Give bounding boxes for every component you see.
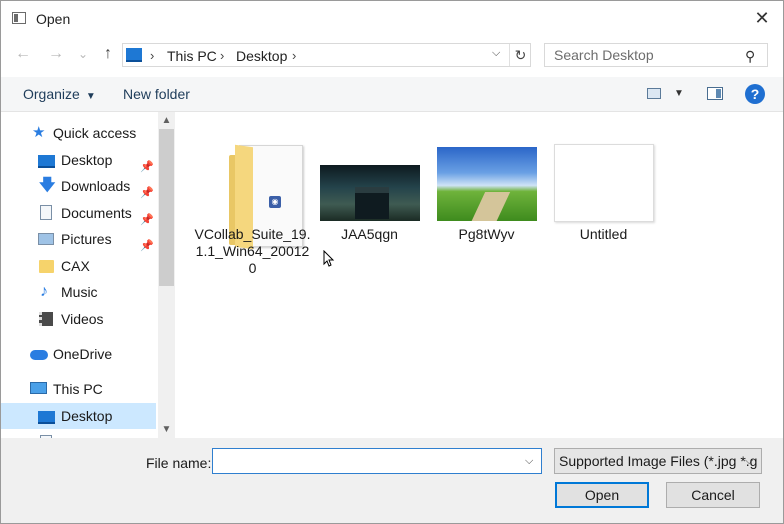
scroll-up-icon[interactable]: ▲ [158,112,175,129]
sidebar-item-label: Desktop [61,152,113,168]
breadcrumb-desktop[interactable]: Desktop [236,48,287,64]
sidebar-item-pictures[interactable]: Pictures 📌 [1,226,156,252]
sidebar-item-music[interactable]: ♪ Music [1,279,156,305]
cancel-button[interactable]: Cancel [666,482,760,508]
sidebar-item-quick-access[interactable]: ★ Quick access [1,120,156,146]
sidebar-item-partial[interactable] [1,430,156,438]
refresh-icon[interactable]: ↻ [509,44,531,66]
window-title: Open [36,11,71,27]
organize-label: Organize [23,86,80,102]
sidebar-item-label: Quick access [53,125,137,141]
open-button[interactable]: Open [555,482,649,508]
sidebar-item-label: Downloads [61,178,131,194]
chevron-down-icon[interactable]: ⌵ [492,47,500,60]
close-button[interactable]: ✕ [749,6,775,30]
folder-icon [39,260,54,273]
preview-pane-icon[interactable] [707,87,723,100]
image-thumbnail [554,144,654,222]
help-icon[interactable]: ? [745,84,765,104]
videos-icon [39,312,53,326]
navigation-pane: ★ Quick access Desktop 📌 🡇 Downloads 📌 D… [1,112,176,438]
sidebar-item-downloads[interactable]: 🡇 Downloads 📌 [1,173,156,200]
command-toolbar: Organize ▼ New folder ▼ [1,77,783,112]
desktop-icon [38,411,55,424]
window-icon [12,12,26,24]
sidebar-item-desktop[interactable]: Desktop 📌 [1,147,156,173]
sidebar-item-label: This PC [53,381,103,397]
sidebar-item-onedrive[interactable]: OneDrive [1,341,156,367]
file-name: JAA5qgn [341,226,398,242]
breadcrumb-separator[interactable]: › [150,48,154,63]
this-pc-icon [126,48,142,62]
sidebar-item-label: Pictures [61,231,112,247]
documents-icon [40,205,52,220]
image-thumbnail [320,165,420,221]
cloud-icon [30,350,48,360]
pc-icon [30,382,47,394]
mouse-cursor-icon [323,250,335,267]
new-folder-button[interactable]: New folder [123,86,190,102]
change-view-icon[interactable] [647,88,661,99]
sidebar-scrollbar[interactable]: ▲ ▼ [158,112,175,438]
sidebar-item-this-pc[interactable]: This PC [1,376,156,402]
forward-button[interactable]: → [46,45,66,63]
sidebar-item-videos[interactable]: Videos [1,306,156,332]
desktop-icon [38,155,55,168]
organize-menu[interactable]: Organize ▼ [23,86,96,102]
dialog-footer: File name: ⌵ Supported Image Files (*.jp… [1,438,783,523]
sidebar-item-desktop-this-pc[interactable]: Desktop [1,403,156,429]
file-name-input[interactable] [212,448,542,474]
sidebar-item-label: Videos [61,311,104,327]
address-bar[interactable]: › This PC › Desktop › ⌵ ↻ [122,43,531,67]
sidebar-item-label: Desktop [61,408,113,424]
file-name: VCollab_Suite_19.1.1_Win64_200120 [194,226,311,276]
star-icon: ★ [32,124,46,141]
sidebar-item-label: Music [61,284,98,300]
sidebar-item-cax[interactable]: CAX [1,253,156,279]
file-name: Untitled [579,226,628,242]
open-file-dialog: Open ✕ ← → ⌄ ↑ › This PC › Desktop › ⌵ ↻… [0,0,784,524]
app-logo-icon: ◉ [269,196,281,208]
breadcrumb-this-pc[interactable]: This PC [167,48,217,64]
music-icon: ♪ [40,283,48,300]
download-icon: 🡇 [39,177,56,194]
chevron-down-icon[interactable]: ⌵ [745,455,753,468]
chevron-down-icon[interactable]: ⌵ [525,455,533,468]
file-name: Pg8tWyv [458,226,515,242]
search-icon[interactable]: ⚲ [745,48,755,65]
breadcrumb-separator[interactable]: › [220,48,224,63]
search-input[interactable] [544,43,768,67]
sidebar-item-label: Documents [61,205,132,221]
view-options-caret-icon[interactable]: ▼ [674,88,684,99]
file-name-label: File name: [146,455,212,471]
file-list: ◉ VCollab_Suite_19.1.1_Win64_200120 JAA5… [176,112,783,438]
image-thumbnail [437,147,537,221]
breadcrumb-separator[interactable]: › [292,48,296,63]
title-bar: Open ✕ [1,1,783,35]
sidebar-item-documents[interactable]: Documents 📌 [1,200,156,226]
caret-down-icon: ▼ [85,91,96,102]
sidebar-item-label: CAX [61,258,90,274]
scroll-down-icon[interactable]: ▼ [158,421,175,438]
scroll-thumb[interactable] [159,129,174,286]
sidebar-item-label: OneDrive [53,346,113,362]
file-type-select[interactable]: Supported Image Files (*.jpg *.g [554,448,762,474]
back-button[interactable]: ← [13,45,33,63]
pictures-icon [38,233,54,245]
navigation-bar: ← → ⌄ ↑ › This PC › Desktop › ⌵ ↻ ⚲ [1,41,783,71]
up-button[interactable]: ↑ [98,45,118,63]
recent-locations-button[interactable]: ⌄ [73,47,93,61]
